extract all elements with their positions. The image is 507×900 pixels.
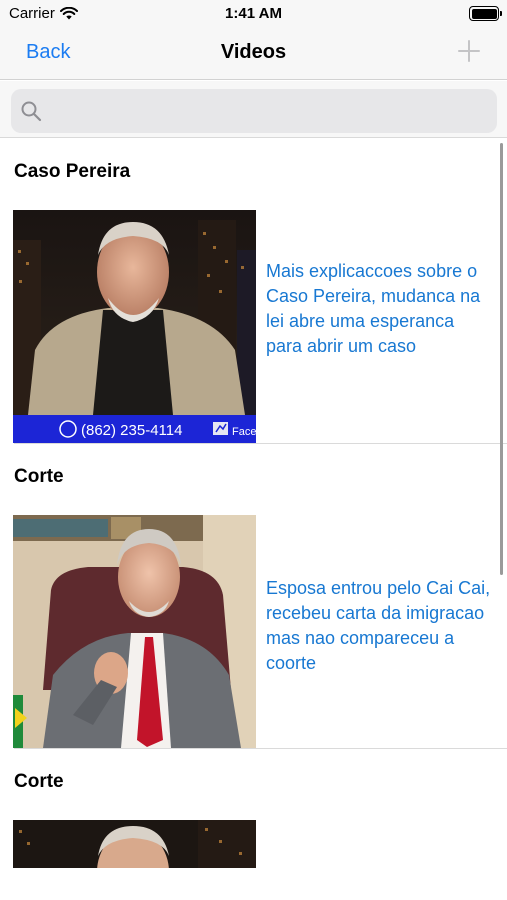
video-list: Caso Pereira (862) 235-4114 Face Mais ex…: [0, 139, 507, 900]
navigation-bar: Back Videos: [0, 28, 507, 80]
video-row[interactable]: (862) 235-4114 Face Mais explicaccoes so…: [0, 210, 507, 443]
page-title: Videos: [220, 41, 287, 63]
clock: 1:41 AM: [225, 5, 282, 22]
section-header: Corte: [14, 771, 64, 792]
video-thumbnail: (862) 235-4114 Face: [13, 210, 256, 443]
banner-tag: Face: [232, 426, 256, 438]
video-thumbnail: [13, 515, 256, 748]
video-title: Mais explicaccoes sobre o Caso Pereira, …: [266, 261, 481, 356]
phone-banner: (862) 235-4114: [81, 422, 182, 439]
row-separator: [14, 748, 507, 749]
video-thumbnail: [13, 820, 256, 868]
section-header: Caso Pereira: [14, 161, 131, 182]
video-row[interactable]: Esposa entrou pelo Cai Cai, recebeu cart…: [0, 515, 507, 748]
search-area: [0, 81, 507, 138]
status-bar: Carrier 1:41 AM: [0, 0, 507, 28]
video-title: Esposa entrou pelo Cai Cai, recebeu cart…: [266, 578, 491, 673]
row-separator: [14, 443, 507, 444]
back-button[interactable]: Back: [26, 41, 70, 64]
video-row[interactable]: [0, 820, 507, 868]
battery-icon: [469, 6, 502, 21]
search-icon: [21, 101, 42, 122]
search-bar[interactable]: [11, 89, 497, 133]
search-input[interactable]: [49, 89, 489, 133]
section-header: Corte: [14, 466, 64, 487]
scrollbar[interactable]: [500, 143, 503, 575]
add-button[interactable]: [457, 39, 481, 63]
